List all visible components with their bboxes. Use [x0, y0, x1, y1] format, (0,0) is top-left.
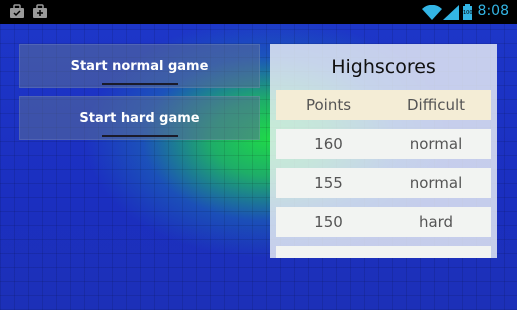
start-normal-game-label: Start normal game: [70, 59, 209, 74]
points-cell: 150: [314, 213, 343, 231]
shopping-bag-icon: [33, 4, 47, 18]
table-row: 155 normal: [276, 168, 491, 198]
start-hard-game-button[interactable]: Start hard game: [19, 96, 260, 140]
points-cell: 155: [314, 174, 343, 192]
highscores-panel[interactable]: Highscores Points Difficult 160 normal 1…: [270, 44, 497, 258]
start-hard-game-label: Start hard game: [79, 111, 200, 126]
briefcase-icon: [10, 4, 24, 18]
battery-icon: 100: [463, 4, 473, 20]
points-cell: 160: [314, 135, 343, 153]
focus-underline: [101, 135, 178, 137]
table-row-partial: [276, 246, 491, 258]
column-header-points: Points: [305, 96, 352, 114]
column-header-difficulty: Difficult: [406, 96, 466, 114]
status-bar: 100 8:08: [0, 0, 517, 24]
clock: 8:08: [477, 3, 509, 19]
wifi-icon: [422, 5, 442, 20]
difficulty-cell: normal: [409, 135, 463, 153]
difficulty-cell: normal: [409, 174, 463, 192]
table-header: Points Difficult: [276, 90, 491, 120]
table-row: 150 hard: [276, 207, 491, 237]
signal-icon: [443, 5, 459, 20]
difficulty-cell: hard: [418, 213, 454, 231]
focus-underline: [101, 83, 178, 85]
battery-level: 100: [463, 10, 473, 16]
start-normal-game-button[interactable]: Start normal game: [19, 44, 260, 88]
table-row: 160 normal: [276, 129, 491, 159]
highscores-title: Highscores: [331, 56, 436, 78]
